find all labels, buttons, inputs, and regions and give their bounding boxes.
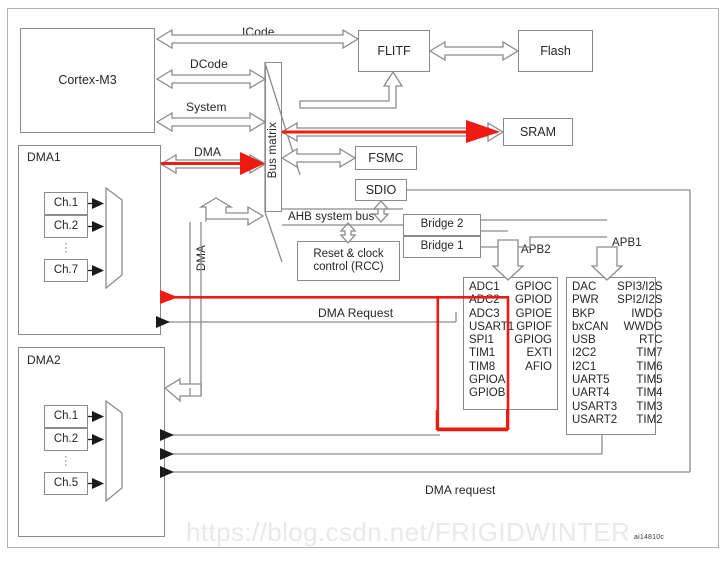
dma-trunk-upper-arrow (198, 197, 265, 227)
dma-bus-red-line (161, 162, 243, 165)
apb2-red-vertical (436, 297, 440, 430)
apb2-down-arrow (491, 239, 525, 281)
sram-red-arrowhead (466, 120, 500, 143)
dcode-bus-arrow (155, 68, 267, 90)
rcc-ahb-arrow (339, 222, 357, 244)
apb1-feed-elbow (529, 236, 607, 247)
connector-overlay (88, 28, 691, 503)
dma2-arbiter-mux (105, 399, 123, 503)
icode-bus-arrow (155, 28, 360, 50)
apb1-down-arrow (590, 246, 624, 281)
dma2-request-arrowhead-1 (160, 429, 174, 441)
sdio-ahb-arrow (372, 200, 390, 223)
flash-bus-arrow (428, 40, 520, 62)
dma2-trunk-arrow (163, 377, 202, 403)
dma1-request-arrowhead (156, 316, 170, 328)
dma2-request-arrowhead-3 (160, 466, 174, 478)
apb2-red-riser-right (506, 410, 509, 430)
dma2-request-arrowhead-2 (160, 448, 174, 460)
dma-request-red-line (165, 296, 509, 299)
bus-matrix-lower-diagonal (264, 211, 283, 263)
system-bus-arrow (155, 111, 267, 133)
flitf-feed-arrow (299, 70, 404, 109)
stm32-system-architecture-diagram: Cortex-M3 FLITF Flash SRAM FSMC SDIO Bus… (0, 0, 726, 562)
dma1-arbiter-mux (105, 186, 123, 290)
apb2-red-horizontal (436, 427, 509, 431)
fsmc-bus-arrow (280, 147, 357, 169)
sram-red-line (282, 130, 497, 134)
dma-request-red-arrowhead (160, 290, 178, 304)
